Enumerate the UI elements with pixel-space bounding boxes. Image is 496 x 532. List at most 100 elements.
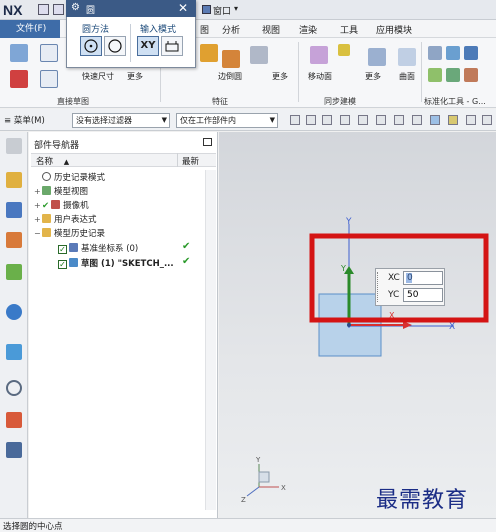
roles-icon[interactable] bbox=[6, 412, 22, 428]
more-button-2[interactable]: 更多 bbox=[272, 71, 288, 82]
maximize-icon[interactable] bbox=[203, 138, 212, 146]
camera-icon bbox=[51, 200, 61, 209]
visibility-checkbox[interactable]: ✓ bbox=[58, 245, 67, 254]
watermark: 最需教育 bbox=[376, 488, 469, 513]
snap-icon[interactable] bbox=[358, 115, 368, 125]
expand-icon[interactable]: + bbox=[34, 187, 42, 196]
snap-icon[interactable] bbox=[412, 115, 422, 125]
column-separator[interactable] bbox=[177, 153, 178, 167]
standard-tool-icon[interactable] bbox=[464, 46, 478, 60]
reuse-library-icon[interactable] bbox=[6, 264, 22, 280]
type-filter-value: 没有选择过滤器 bbox=[76, 116, 132, 125]
window-menu[interactable]: 窗口 bbox=[213, 4, 231, 17]
three-point-circle-icon bbox=[108, 39, 122, 53]
extrude-icon[interactable] bbox=[200, 44, 218, 62]
gear-icon[interactable] bbox=[6, 138, 22, 154]
snap-icon[interactable] bbox=[394, 115, 404, 125]
yc-input[interactable] bbox=[403, 288, 443, 302]
type-filter-combo[interactable]: 没有选择过滤器 ▼ bbox=[72, 113, 170, 128]
close-icon[interactable]: ✕ bbox=[178, 1, 188, 15]
more-button-1[interactable]: 更多 bbox=[127, 71, 143, 82]
assembly-navigator-icon[interactable] bbox=[6, 172, 22, 188]
drag-handle[interactable] bbox=[377, 272, 380, 302]
menu-item-view[interactable]: 视图 bbox=[262, 23, 280, 36]
xy-mode-button[interactable]: XY bbox=[137, 36, 159, 56]
tree-row[interactable]: 历史记录模式 bbox=[34, 171, 105, 183]
history-icon[interactable] bbox=[6, 344, 22, 360]
file-menu[interactable]: 文件(F) bbox=[0, 20, 60, 38]
surface-label[interactable]: 曲面 bbox=[399, 71, 415, 82]
snap-icon[interactable] bbox=[482, 115, 492, 125]
hole-icon[interactable] bbox=[250, 46, 268, 64]
snap-icon[interactable] bbox=[430, 115, 440, 125]
main-menu-label: 菜单(M) bbox=[13, 116, 45, 126]
edge-blend-label[interactable]: 边倒圆 bbox=[218, 71, 242, 82]
edge-blend-icon[interactable] bbox=[222, 50, 240, 68]
text-selection-highlight bbox=[406, 273, 412, 283]
tree-row[interactable]: − 模型历史记录 bbox=[34, 227, 105, 239]
standard-tool-icon[interactable] bbox=[446, 68, 460, 82]
expand-icon[interactable]: + bbox=[34, 201, 42, 210]
center-circle-icon bbox=[84, 39, 98, 53]
snap-icon[interactable] bbox=[322, 115, 332, 125]
tree-row[interactable]: +✔ 摄像机 bbox=[34, 199, 89, 211]
navigator-scrollbar[interactable] bbox=[205, 170, 216, 510]
snap-icon[interactable] bbox=[448, 115, 458, 125]
column-header-latest[interactable]: 最新 bbox=[182, 155, 199, 167]
snap-icon[interactable] bbox=[466, 115, 476, 125]
replace-face-icon[interactable] bbox=[338, 44, 350, 56]
snap-icon[interactable] bbox=[290, 115, 300, 125]
constraint-navigator-icon[interactable] bbox=[6, 202, 22, 218]
collapse-icon[interactable]: − bbox=[34, 229, 42, 238]
move-face-label[interactable]: 移动面 bbox=[308, 71, 332, 82]
tree-row[interactable]: + 模型视图 bbox=[34, 185, 88, 197]
tree-row[interactable]: ✓ 基准坐标系 (0) bbox=[58, 242, 138, 254]
scope-filter-combo[interactable]: 仅在工作部件内 ▼ bbox=[176, 113, 278, 128]
main-menu-button[interactable]: ≡ 菜单(M) bbox=[4, 114, 45, 126]
menu-item-analysis[interactable]: 分析 bbox=[222, 23, 240, 36]
snap-icon[interactable] bbox=[340, 115, 350, 125]
surface-icon[interactable] bbox=[398, 48, 416, 66]
quick-dimension-label[interactable]: 快速尺寸 bbox=[82, 71, 114, 82]
three-point-method-button[interactable] bbox=[104, 36, 126, 56]
system-scene-icon[interactable] bbox=[6, 442, 22, 458]
sync-icon[interactable] bbox=[368, 48, 386, 66]
tree-row-label: 用户表达式 bbox=[54, 215, 97, 225]
column-header-name[interactable]: 名称 ▲ bbox=[36, 155, 69, 167]
triad-z-axis bbox=[246, 486, 260, 497]
standard-tool-icon[interactable] bbox=[428, 46, 442, 60]
tree-row[interactable]: + 用户表达式 bbox=[34, 213, 97, 225]
menu-item-tools[interactable]: 工具 bbox=[340, 23, 358, 36]
parameter-mode-button[interactable] bbox=[161, 36, 183, 56]
status-bar bbox=[0, 518, 496, 532]
profile-icon[interactable] bbox=[40, 44, 58, 62]
more-button-3[interactable]: 更多 bbox=[365, 71, 381, 82]
menu-item-insert[interactable]: 图 bbox=[200, 23, 209, 36]
expand-icon[interactable]: + bbox=[34, 215, 42, 224]
sketch-icon[interactable] bbox=[10, 44, 28, 62]
rectangle-icon[interactable] bbox=[40, 70, 58, 88]
standard-tool-icon[interactable] bbox=[446, 46, 460, 60]
web-browser-icon[interactable] bbox=[6, 304, 22, 320]
undo-icon[interactable] bbox=[53, 4, 64, 15]
menu-item-applications[interactable]: 应用模块 bbox=[376, 23, 412, 36]
menu-item-render[interactable]: 渲染 bbox=[299, 23, 317, 36]
quick-access-more[interactable]: ▾ bbox=[234, 4, 238, 13]
move-face-icon[interactable] bbox=[310, 46, 328, 64]
snap-icon[interactable] bbox=[376, 115, 386, 125]
save-icon[interactable] bbox=[38, 4, 49, 15]
gear-icon[interactable]: ⚙ bbox=[71, 2, 80, 13]
part-navigator-icon[interactable] bbox=[6, 232, 22, 248]
clock-icon[interactable] bbox=[6, 380, 22, 396]
tree-row[interactable]: ✓ 草图 (1) "SKETCH_... bbox=[58, 257, 174, 269]
snap-icon[interactable] bbox=[306, 115, 316, 125]
yc-label: YC bbox=[388, 290, 400, 300]
section-circle-method: 圆方法 bbox=[82, 25, 110, 35]
center-point-method-button[interactable] bbox=[80, 36, 102, 56]
visibility-checkbox[interactable]: ✓ bbox=[58, 260, 67, 269]
standard-tool-icon[interactable] bbox=[428, 68, 442, 82]
tree-row-label: 摄像机 bbox=[63, 201, 89, 211]
standard-tool-icon[interactable] bbox=[464, 68, 478, 82]
finish-sketch-icon[interactable] bbox=[10, 70, 28, 88]
resource-bar bbox=[0, 132, 28, 518]
